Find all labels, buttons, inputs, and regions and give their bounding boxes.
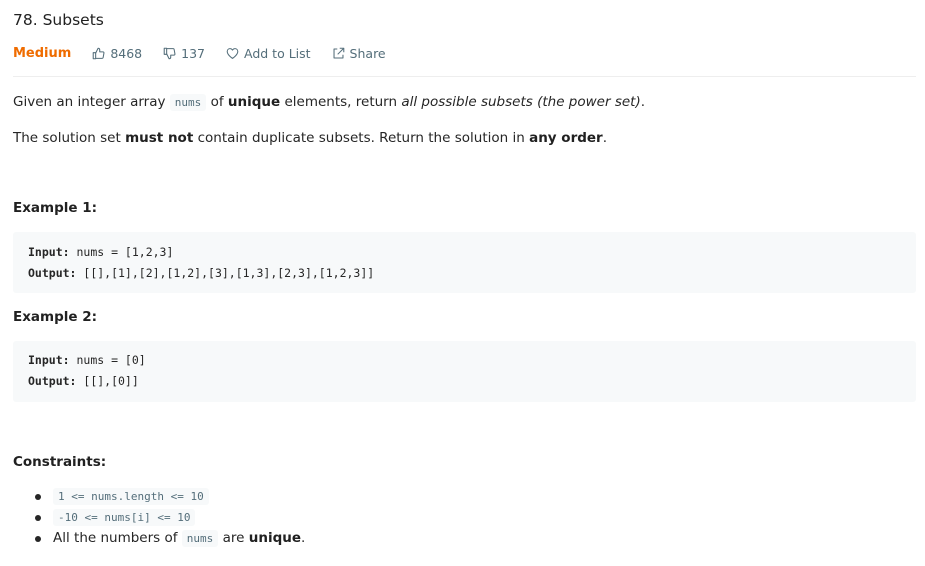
example-1-heading: Example 1:	[13, 200, 98, 216]
bullet-icon	[35, 536, 41, 542]
description-paragraph-1: Given an integer array nums of unique el…	[13, 94, 646, 111]
inline-code: nums	[169, 94, 207, 111]
bullet-icon	[35, 515, 41, 521]
example-2-heading: Example 2:	[13, 309, 98, 325]
share-button[interactable]: Share	[332, 46, 386, 61]
thumbs-up-icon	[93, 47, 105, 59]
description-paragraph-2: The solution set must not contain duplic…	[13, 130, 608, 146]
share-label: Share	[349, 45, 386, 61]
example-1-input: Input: nums = [1,2,3]	[28, 245, 174, 259]
constraints-list: 1 <= nums.length <= 10 -10 <= nums[i] <=…	[13, 486, 305, 549]
thumbs-down-icon	[163, 47, 176, 59]
share-icon	[333, 47, 344, 58]
constraint-item: -10 <= nums[i] <= 10	[13, 507, 305, 528]
dislikes-count: 137	[181, 45, 205, 61]
constraint-item: 1 <= nums.length <= 10	[13, 486, 305, 507]
problem-meta-bar: Medium 8468 137 Add to List Share	[13, 44, 407, 62]
likes-count: 8468	[110, 45, 143, 61]
add-to-list-button[interactable]: Add to List	[226, 46, 311, 61]
problem-title: 78. Subsets	[13, 11, 104, 29]
example-1-output: Output: [[],[1],[2],[1,2],[3],[1,3],[2,3…	[28, 266, 375, 280]
dislike-button[interactable]: 137	[163, 46, 205, 61]
constraint-item: All the numbers of nums are unique.	[13, 528, 305, 549]
bullet-icon	[35, 494, 41, 500]
heart-icon	[226, 47, 239, 59]
example-2-output: Output: [[],[0]]	[28, 374, 139, 388]
difficulty-badge: Medium	[13, 45, 72, 61]
like-button[interactable]: 8468	[92, 46, 142, 61]
add-to-list-label: Add to List	[244, 45, 311, 61]
divider	[13, 76, 916, 77]
example-2-code-block: Input: nums = [0] Output: [[],[0]]	[13, 341, 916, 402]
constraints-heading: Constraints:	[13, 454, 107, 470]
example-2-input: Input: nums = [0]	[28, 353, 146, 367]
example-1-code-block: Input: nums = [1,2,3] Output: [[],[1],[2…	[13, 232, 916, 293]
